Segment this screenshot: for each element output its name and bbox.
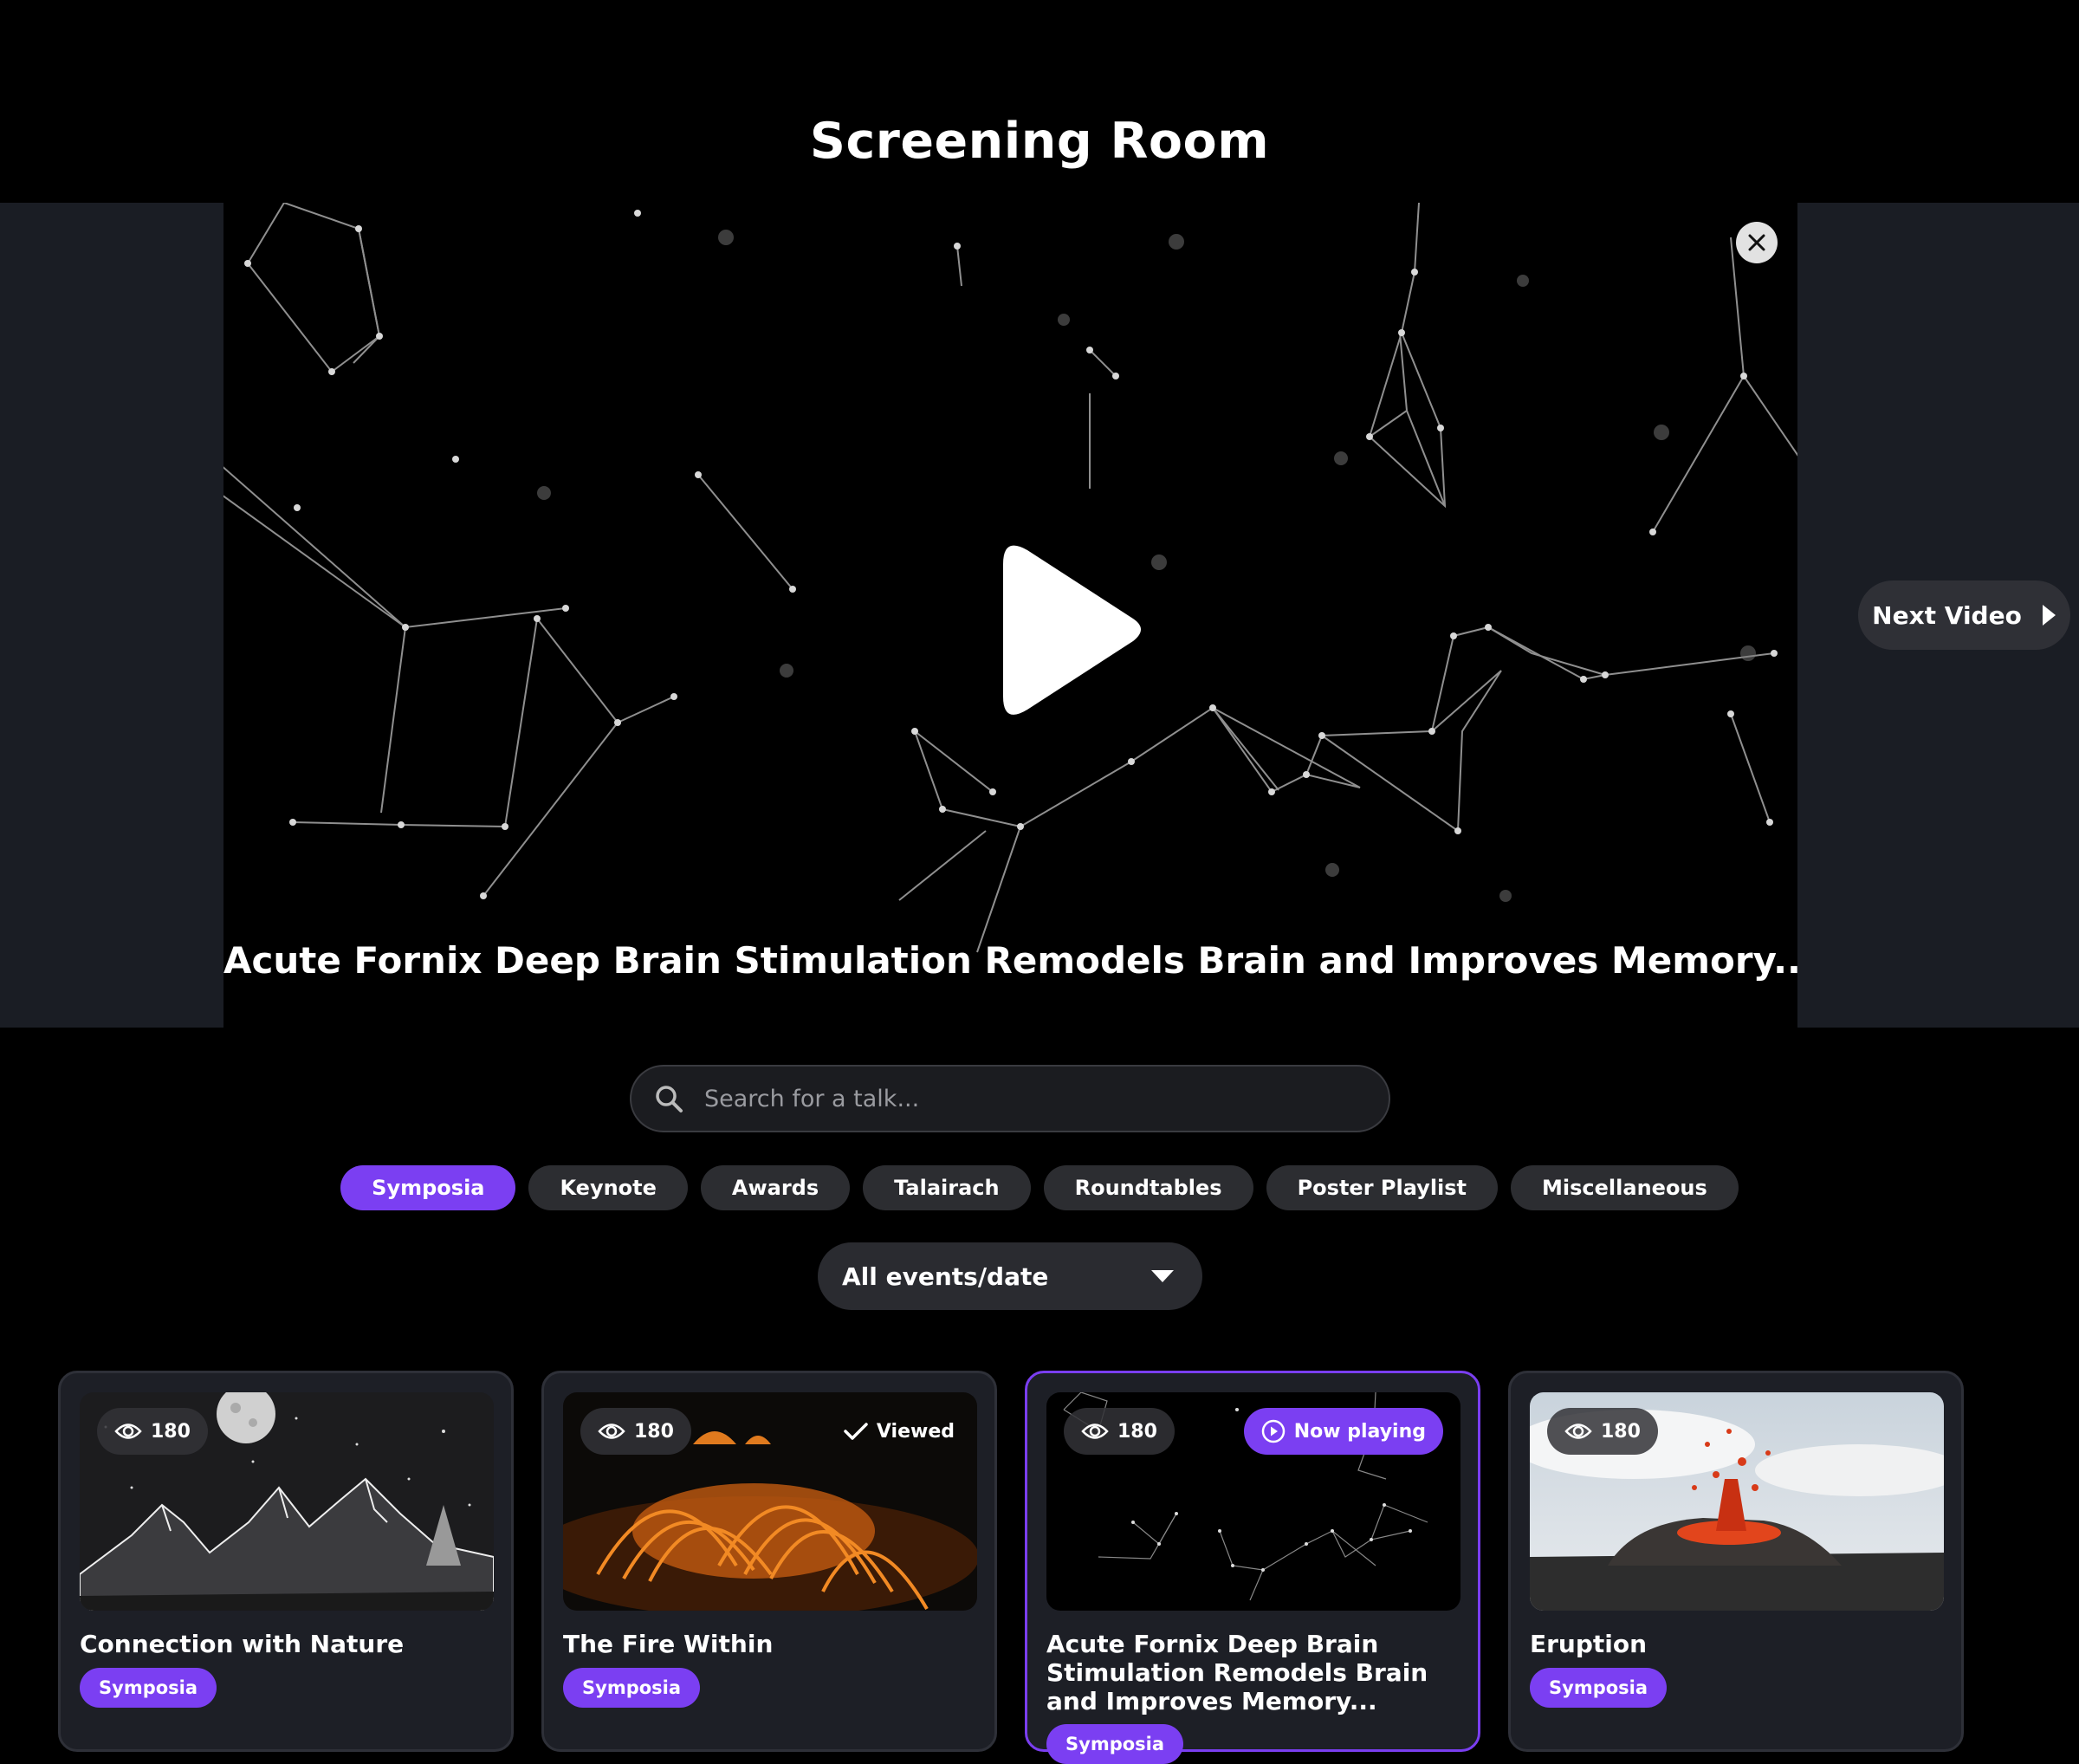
tab-keynote[interactable]: Keynote: [528, 1165, 688, 1210]
card-title: Eruption: [1530, 1630, 1648, 1658]
eye-icon: [598, 1424, 625, 1439]
viewed-status: Viewed: [844, 1408, 955, 1455]
view-count: 180: [1064, 1408, 1175, 1455]
view-count-value: 180: [1601, 1420, 1641, 1443]
search-icon: [656, 1086, 683, 1112]
category-tabs: Symposia Keynote Awards Talairach Roundt…: [0, 1165, 2079, 1210]
video-card-now-playing[interactable]: 180 Now playing Acute Fornix Deep Brain …: [1025, 1371, 1480, 1764]
chevron-down-icon: [1151, 1270, 1174, 1282]
category-badge: Symposia: [1046, 1724, 1184, 1764]
view-count-value: 180: [634, 1420, 674, 1443]
eye-icon: [1564, 1424, 1592, 1439]
video-card[interactable]: 180 Connection with Nature Symposia: [58, 1371, 514, 1752]
view-count-value: 180: [1117, 1420, 1157, 1443]
tab-poster-playlist[interactable]: Poster Playlist: [1266, 1165, 1499, 1210]
now-playing-badge: Now playing: [1243, 1408, 1443, 1455]
eye-icon: [114, 1424, 142, 1439]
view-count: 180: [97, 1408, 208, 1455]
page-title: Screening Room: [809, 113, 1270, 170]
card-title: Acute Fornix Deep Brain Stimulation Remo…: [1046, 1630, 1428, 1715]
card-title: The Fire Within: [563, 1630, 774, 1658]
eye-icon: [1081, 1424, 1109, 1439]
thumbnail-volcano: 180: [1530, 1392, 1944, 1611]
event-date-dropdown[interactable]: All events/date: [818, 1242, 1202, 1310]
next-video-label: Next Video: [1872, 600, 2022, 630]
category-badge: Symposia: [563, 1668, 701, 1708]
view-count: 180: [580, 1408, 691, 1455]
thumbnail-fire-sculpture: 180 Viewed: [563, 1392, 977, 1611]
tab-awards[interactable]: Awards: [700, 1165, 851, 1210]
triangle-right-icon: [2042, 605, 2056, 626]
play-circle-icon: [1261, 1419, 1285, 1443]
thumbnail-constellation: 180 Now playing: [1046, 1392, 1460, 1611]
video-player[interactable]: Acute Fornix Deep Brain Stimulation Remo…: [223, 203, 1797, 1028]
category-badge: Symposia: [80, 1668, 217, 1708]
viewed-label: Viewed: [876, 1420, 955, 1443]
category-badge: Symposia: [1530, 1668, 1668, 1708]
close-icon: [1748, 234, 1765, 251]
dropdown-selected-value: All events/date: [842, 1261, 1049, 1291]
video-card[interactable]: 180 Eruption Symposia: [1508, 1371, 1964, 1752]
thumbnail-mountains: 180: [80, 1392, 494, 1611]
video-title: Acute Fornix Deep Brain Stimulation Remo…: [223, 939, 1797, 982]
tab-roundtables[interactable]: Roundtables: [1043, 1165, 1253, 1210]
tab-miscellaneous[interactable]: Miscellaneous: [1511, 1165, 1739, 1210]
check-icon: [844, 1423, 868, 1440]
now-playing-label: Now playing: [1293, 1420, 1426, 1443]
play-icon[interactable]: [960, 523, 1185, 749]
tab-talairach[interactable]: Talairach: [863, 1165, 1031, 1210]
previous-video-panel: [0, 203, 223, 1028]
card-title: Connection with Nature: [80, 1630, 405, 1658]
search-input[interactable]: [703, 1084, 1364, 1113]
view-count-value: 180: [151, 1420, 191, 1443]
close-button[interactable]: [1736, 222, 1778, 263]
next-video-button[interactable]: Next Video: [1858, 580, 2070, 650]
search-bar[interactable]: [630, 1065, 1390, 1132]
view-count: 180: [1547, 1408, 1658, 1455]
video-card[interactable]: 180 Viewed The Fire Within Symposia: [541, 1371, 997, 1752]
tab-symposia[interactable]: Symposia: [340, 1165, 516, 1210]
